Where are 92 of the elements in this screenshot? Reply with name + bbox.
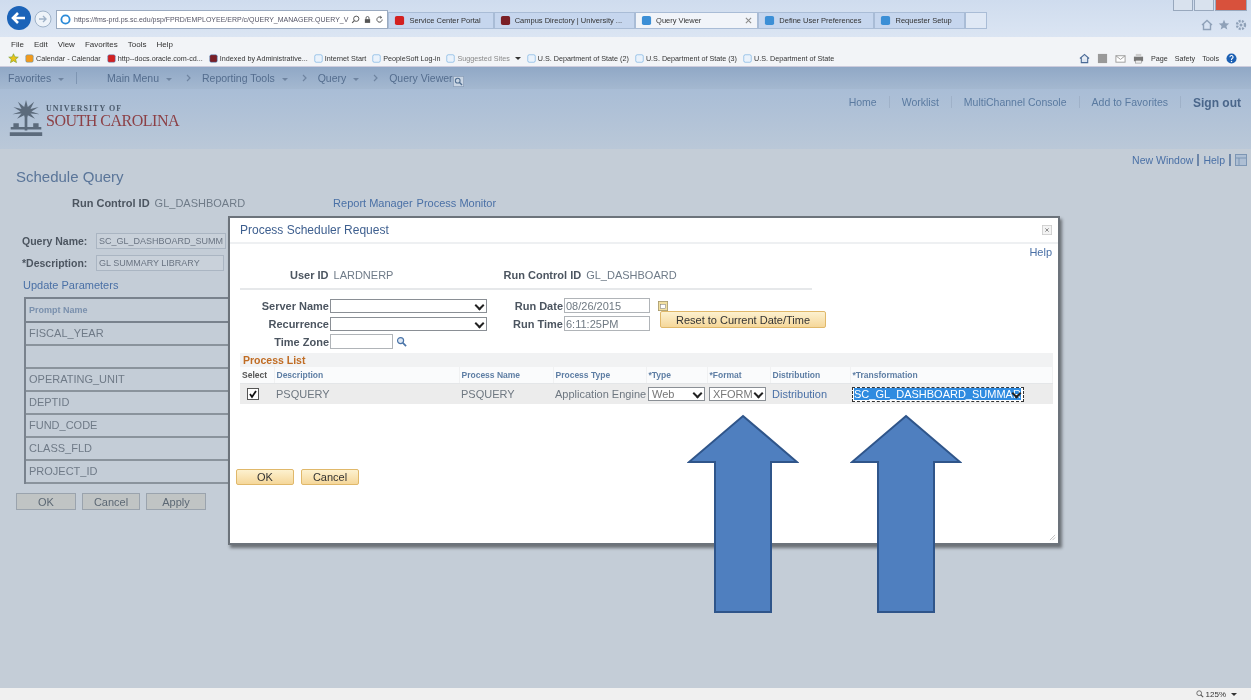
menu-item[interactable]: Favorites (84, 39, 118, 49)
help-link[interactable]: Help (1029, 246, 1052, 258)
recurrence-dropdown[interactable] (330, 316, 487, 331)
type-dropdown[interactable]: Web (648, 387, 705, 401)
mail-icon[interactable] (1115, 53, 1127, 64)
field-label: Run Time (513, 317, 563, 330)
column-header: Process Type (553, 367, 646, 384)
field-label: Query Name: (22, 235, 89, 247)
site-icon (313, 54, 323, 63)
site-icon (526, 54, 536, 63)
page-icon (641, 15, 653, 26)
run-control-value: GL_DASHBOARD (586, 269, 677, 281)
table-cell: Application Engine (555, 388, 647, 400)
field-label: *Description: (22, 257, 89, 269)
column-header: *Format (707, 367, 770, 384)
column-header: Distribution (770, 367, 850, 384)
select-checkbox[interactable] (247, 387, 259, 400)
field-label: User ID (290, 269, 329, 281)
dialog-button[interactable]: OK (236, 469, 294, 485)
new-tab-button[interactable] (964, 12, 987, 29)
home-icon[interactable] (1079, 53, 1091, 64)
favorites-star-icon[interactable] (8, 53, 19, 64)
page-icon (499, 15, 511, 26)
site-icon (208, 54, 218, 63)
logo-text: SOUTH CAROLINA (46, 113, 179, 129)
table-cell: PSQUERY (461, 388, 515, 400)
field-label: Run Date (514, 299, 563, 312)
close-button[interactable] (1215, 0, 1247, 11)
back-icon[interactable] (6, 5, 32, 31)
menu-item[interactable]: View (57, 39, 75, 49)
reset-date-time-button[interactable]: Reset to Current Date/Time (660, 311, 826, 328)
column-header: Description (274, 367, 459, 384)
caret-icon (1231, 692, 1237, 696)
help-icon[interactable] (1226, 53, 1237, 64)
column-header: *Transformation (850, 367, 1053, 384)
close-icon[interactable] (745, 17, 753, 24)
page-title: Schedule Query (16, 168, 125, 185)
transformation-dropdown[interactable]: SC_GL_DASHBOARD_SUMMAR (852, 386, 1024, 402)
zoom-level[interactable]: 125% (1205, 689, 1226, 699)
printer-icon[interactable] (1133, 53, 1145, 64)
table-cell: PSQUERY (276, 388, 330, 400)
forward-icon[interactable] (34, 10, 52, 28)
calendar-icon[interactable] (658, 300, 668, 311)
page-icon (394, 15, 406, 26)
page-layout-icon[interactable] (1235, 154, 1247, 166)
chevron-icon (373, 74, 380, 82)
home-icon[interactable] (1201, 19, 1213, 31)
close-icon[interactable] (1042, 225, 1052, 235)
chevron-icon (301, 74, 308, 82)
field-label: Time Zone (274, 335, 329, 348)
field-label: Run Control ID (72, 197, 150, 209)
column-header: Process Name (459, 367, 553, 384)
zoom-icon[interactable] (1195, 690, 1204, 698)
site-icon (634, 54, 644, 63)
menu-item[interactable]: Edit (33, 39, 48, 49)
run-date-field[interactable]: 08/26/2015 (564, 298, 650, 313)
site-icon (106, 54, 116, 63)
column-header: Select (240, 367, 274, 384)
search-icon[interactable] (396, 336, 407, 347)
site-icon (446, 54, 456, 63)
caret-icon (514, 57, 521, 60)
maximize-button[interactable] (1194, 0, 1214, 11)
run-control-value: GL_DASHBOARD (154, 197, 246, 209)
time-zone-field[interactable] (330, 334, 393, 349)
dialog-button[interactable]: Cancel (301, 469, 359, 485)
dialog-title: Process Scheduler Request (240, 223, 389, 237)
page-icon (764, 15, 776, 26)
site-icon (372, 54, 382, 63)
user-id-value: LARDNERP (333, 269, 395, 281)
refresh-icon[interactable] (375, 15, 385, 24)
star-icon[interactable] (1218, 19, 1230, 31)
chevron-icon (185, 74, 192, 82)
menu-item[interactable]: Help (156, 39, 173, 49)
logo-text: UNIVERSITY OF (46, 105, 124, 113)
run-time-field[interactable]: 6:11:25PM (564, 316, 650, 331)
menu-item[interactable]: Tools (127, 39, 147, 49)
server-name-dropdown[interactable] (330, 298, 487, 313)
field-label: Run Control ID (503, 269, 582, 281)
resize-grip-icon[interactable] (1049, 534, 1056, 541)
menu-item[interactable]: File (11, 39, 24, 49)
lock-icon (363, 15, 373, 24)
search-icon[interactable] (452, 75, 464, 87)
page-icon (880, 15, 892, 26)
field-label: Recurrence (268, 317, 329, 330)
section-title: Process List (240, 353, 1053, 367)
column-header: *Type (646, 367, 707, 384)
format-dropdown[interactable]: XFORM (709, 387, 766, 401)
settings-icon[interactable] (1235, 19, 1247, 31)
search-icon[interactable] (351, 15, 361, 24)
site-icon (743, 54, 752, 63)
minimize-button[interactable] (1173, 0, 1193, 11)
site-icon (25, 54, 34, 63)
